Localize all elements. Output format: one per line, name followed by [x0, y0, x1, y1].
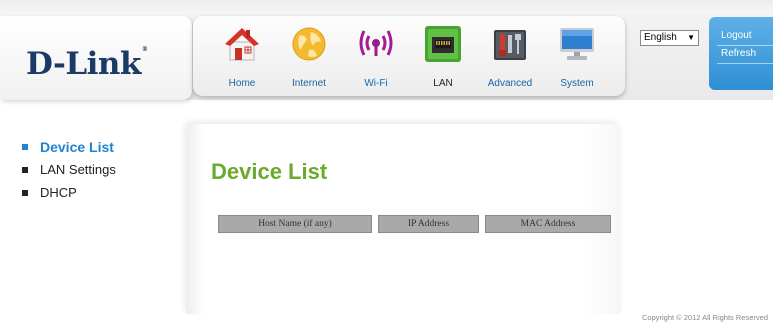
sidebar-item-label: LAN Settings: [40, 162, 116, 177]
column-header-mac-address: MAC Address: [485, 215, 611, 233]
logout-link[interactable]: Logout: [721, 30, 752, 41]
advanced-icon: [494, 30, 526, 60]
refresh-link[interactable]: Refresh: [721, 48, 756, 59]
account-panel: Logout Refresh: [709, 17, 773, 90]
registered-mark: ®: [141, 46, 148, 53]
dlink-logo: D-Link®: [26, 46, 148, 82]
column-header-ip-address: IP Address: [378, 215, 479, 233]
bullet-icon: [22, 190, 28, 196]
lan-icon: [425, 26, 461, 62]
nav-item-home[interactable]: Home: [212, 22, 272, 92]
page-title: Device List: [211, 159, 328, 184]
sidebar-item-device-list[interactable]: Device List: [22, 139, 116, 162]
account-divider: [717, 45, 773, 46]
sidebar-item-lan-settings[interactable]: LAN Settings: [22, 162, 116, 185]
sidebar-item-dhcp[interactable]: DHCP: [22, 185, 116, 208]
logo-text: D-Link: [26, 46, 141, 82]
nav-label-system: System: [560, 78, 594, 89]
sidebar-item-label: Device List: [40, 139, 114, 155]
account-divider: [717, 63, 773, 64]
wifi-icon: [359, 30, 393, 56]
nav-label-internet: Internet: [292, 78, 326, 89]
language-select[interactable]: English ▼: [640, 30, 699, 46]
system-icon: [560, 28, 594, 60]
nav-item-system[interactable]: System: [547, 22, 607, 92]
sidebar: Device List LAN Settings DHCP: [22, 139, 116, 208]
nav-item-internet[interactable]: Internet: [279, 22, 339, 92]
globe-icon: [292, 27, 326, 61]
bullet-icon: [22, 144, 28, 150]
nav-label-lan: LAN: [433, 78, 453, 89]
sidebar-item-label: DHCP: [40, 185, 77, 200]
column-header-host-name: Host Name (if any): [218, 215, 372, 233]
chevron-down-icon: ▼: [687, 33, 695, 42]
copyright-text: Copyright © 2012 All Rights Reserved: [641, 313, 768, 322]
nav-item-lan[interactable]: LAN: [413, 22, 473, 92]
logo-panel: D-Link®: [0, 16, 192, 100]
top-strip: [0, 0, 773, 14]
nav-label-home: Home: [228, 78, 256, 89]
nav-label-advanced: Advanced: [487, 78, 533, 89]
nav-item-wifi[interactable]: Wi-Fi: [346, 22, 406, 92]
bullet-icon: [22, 167, 28, 173]
table-header-row: Host Name (if any) IP Address MAC Addres…: [218, 215, 611, 233]
language-selected: English: [644, 32, 677, 43]
nav-label-wifi: Wi-Fi: [364, 78, 388, 89]
top-nav: Home Internet Wi-Fi LAN Advanced System: [193, 16, 625, 96]
nav-item-advanced[interactable]: Advanced: [480, 22, 540, 92]
home-icon: [225, 28, 259, 61]
device-table: Host Name (if any) IP Address MAC Addres…: [212, 215, 617, 233]
